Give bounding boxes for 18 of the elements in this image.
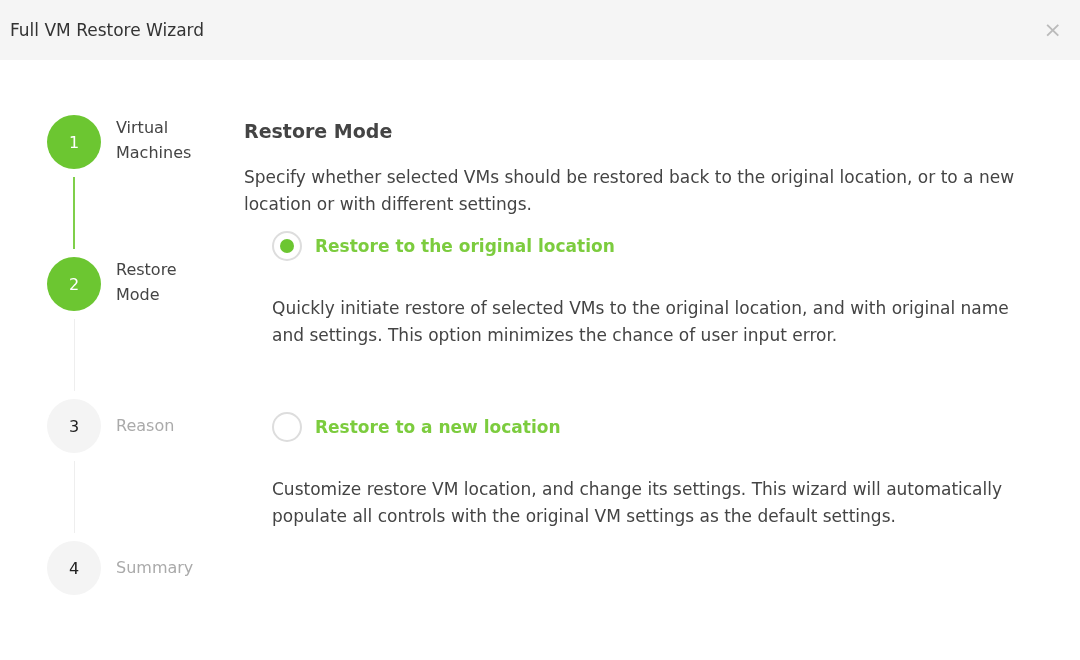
- step-label[interactable]: Reason: [116, 399, 211, 541]
- step-number[interactable]: 4: [47, 541, 101, 595]
- close-button[interactable]: ×: [1043, 19, 1062, 41]
- section-description: Specify whether selected VMs should be restored back to the original location, or to a new location or with different settings.: [244, 166, 1016, 216]
- option-label[interactable]: Restore to a new location: [315, 417, 561, 437]
- step-number[interactable]: 1: [47, 115, 101, 169]
- option-label[interactable]: Restore to the original location: [315, 236, 615, 256]
- radio-button[interactable]: [272, 412, 302, 442]
- step-number[interactable]: 2: [47, 257, 101, 311]
- step-label[interactable]: Summary: [116, 541, 211, 660]
- step-number[interactable]: 3: [47, 399, 101, 453]
- step-label[interactable]: Virtual Machines: [116, 115, 211, 257]
- radio-button[interactable]: [272, 231, 302, 261]
- window-title: Full VM Restore Wizard: [10, 20, 205, 40]
- option-description: Customize restore VM location, and change its settings. This wizard will automatically populate all controls with the original VM settings as the default settings.: [272, 478, 1004, 528]
- step-label[interactable]: Restore Mode: [116, 257, 211, 399]
- option-description: Quickly initiate restore of selected VMs to the original location, and with original name and settings. This option minimizes the chance of user input error.: [272, 297, 1010, 347]
- section-heading: Restore Mode: [244, 120, 394, 142]
